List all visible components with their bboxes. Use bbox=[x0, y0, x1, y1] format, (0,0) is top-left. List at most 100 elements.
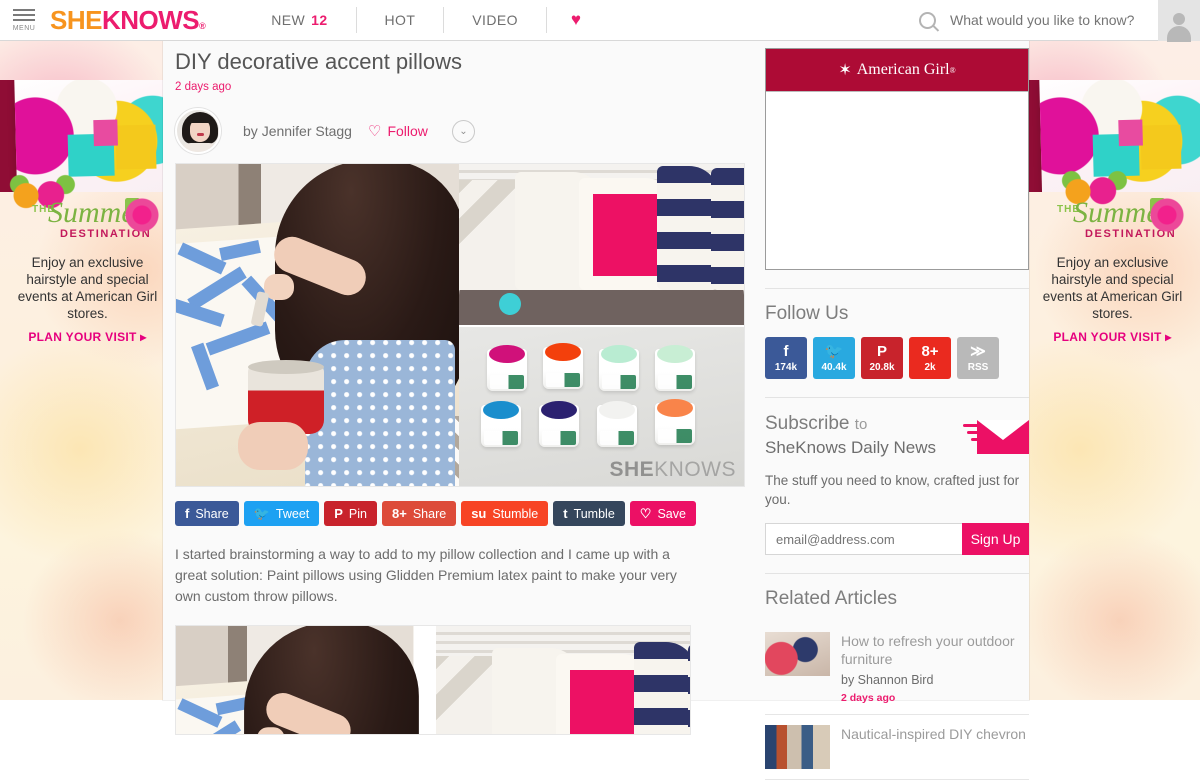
logo-trademark: ® bbox=[199, 20, 206, 31]
subscribe-title-line2: SheKnows Daily News bbox=[765, 438, 937, 457]
article-title: DIY decorative accent pillows bbox=[175, 49, 462, 74]
sheknows-watermark: SHEKNOWS bbox=[609, 458, 736, 482]
share-label-googleplus: Share bbox=[412, 506, 447, 521]
account-avatar-button[interactable] bbox=[1158, 0, 1200, 42]
related-article-title[interactable]: How to refresh your outdoor furniture bbox=[841, 632, 1029, 668]
share-button-pinterest[interactable]: P Pin bbox=[324, 501, 377, 526]
hero-image-column: SHEKNOWS bbox=[459, 164, 744, 486]
related-articles-title: Related Articles bbox=[765, 588, 898, 609]
share-button-twitter[interactable]: 🐦 Tweet bbox=[243, 501, 320, 526]
facebook-count: 174k bbox=[774, 361, 798, 373]
share-label-save: Save bbox=[657, 506, 686, 521]
ad-copy-left[interactable]: THE Summer DESTINATION Enjoy an exclusiv… bbox=[0, 196, 175, 344]
sidebar-ad-american-girl[interactable]: ✶ American Girl ® bbox=[765, 48, 1029, 270]
main-nav: NEW 12 HOT VIDEO ♥ bbox=[243, 0, 605, 41]
ad-cta-left[interactable]: PLAN YOUR VISIT ▸ bbox=[0, 330, 175, 344]
article-hero-collage[interactable]: SHEKNOWS bbox=[175, 163, 745, 487]
subscribe-form: Sign Up bbox=[765, 523, 1029, 555]
ad-brand-header: ✶ American Girl ® bbox=[766, 49, 1028, 91]
byline-text: by Jennifer Stagg bbox=[243, 123, 352, 139]
share-button-tumblr[interactable]: t Tumble bbox=[553, 501, 625, 526]
nav-label-video: VIDEO bbox=[472, 12, 518, 28]
ad-brand-registered: ® bbox=[949, 65, 956, 75]
subscribe-title-strong: Subscribe bbox=[765, 413, 850, 434]
hero-image-girl-painting[interactable] bbox=[176, 164, 459, 486]
ad-skin-right[interactable] bbox=[1000, 40, 1200, 700]
twitter-icon: 🐦 bbox=[253, 505, 270, 521]
nav-item-video[interactable]: VIDEO bbox=[444, 7, 547, 33]
nav-item-hot[interactable]: HOT bbox=[357, 7, 445, 33]
user-avatar-icon bbox=[1166, 11, 1192, 42]
pinterest-count: 20.8k bbox=[869, 361, 895, 373]
nav-item-new[interactable]: NEW 12 bbox=[243, 7, 357, 33]
site-header: MENU SHE KNOWS ® NEW 12 HOT VIDEO ♥ bbox=[0, 0, 1200, 42]
hero-image-pillows[interactable] bbox=[459, 164, 744, 325]
envelope-icon bbox=[963, 416, 1029, 458]
nav-label-hot: HOT bbox=[384, 12, 416, 28]
ad-cta-right[interactable]: PLAN YOUR VISIT ▸ bbox=[1025, 330, 1200, 344]
divider bbox=[765, 288, 1029, 289]
heart-outline-icon: ♡ bbox=[367, 123, 382, 140]
subscribe-title: Subscribe to SheKnows Daily News bbox=[765, 412, 936, 459]
twitter-icon: 🐦 bbox=[824, 342, 844, 360]
share-label-twitter: Tweet bbox=[275, 506, 310, 521]
subscribe-title-to: to bbox=[854, 416, 868, 433]
ad-body-text-right: Enjoy an exclusive hairstyle and special… bbox=[1042, 255, 1183, 321]
subscribe-email-input[interactable] bbox=[765, 523, 962, 555]
nav-label-new: NEW bbox=[271, 12, 306, 28]
social-tile-twitter[interactable]: 🐦 40.4k bbox=[813, 337, 855, 379]
save-heart-icon: ♡ bbox=[639, 505, 652, 521]
related-article-title[interactable]: Nautical-inspired DIY chevron bbox=[841, 725, 1029, 743]
googleplus-count: 2k bbox=[924, 361, 936, 373]
related-article-item[interactable]: Nautical-inspired DIY chevron bbox=[765, 715, 1029, 780]
social-tile-googleplus[interactable]: 8+ 2k bbox=[909, 337, 951, 379]
ad-brand-name: American Girl bbox=[856, 61, 950, 78]
article-date: 2 days ago bbox=[175, 81, 232, 93]
search-icon[interactable] bbox=[919, 11, 936, 29]
share-button-stumbleupon[interactable]: su Stumble bbox=[461, 501, 549, 526]
related-article-text: How to refresh your outdoor furniture by… bbox=[841, 632, 1029, 704]
author-avatar[interactable] bbox=[175, 108, 221, 154]
follow-button[interactable]: ♡ Follow bbox=[368, 122, 428, 140]
article-image-secondary[interactable] bbox=[175, 625, 691, 735]
nav-item-favorites[interactable]: ♥ bbox=[547, 7, 606, 33]
share-label-pinterest: Pin bbox=[348, 506, 367, 521]
share-label-stumbleupon: Stumble bbox=[492, 506, 539, 521]
follow-us-title: Follow Us bbox=[765, 303, 849, 324]
nav-count-new: 12 bbox=[311, 12, 328, 28]
author-name[interactable]: Jennifer Stagg bbox=[262, 123, 352, 139]
social-tile-facebook[interactable]: f 174k bbox=[765, 337, 807, 379]
byline-prefix: by bbox=[243, 123, 258, 139]
share-button-facebook[interactable]: f Share bbox=[175, 501, 239, 526]
menu-button[interactable]: MENU bbox=[0, 0, 48, 41]
ad-creative-area bbox=[766, 91, 1028, 269]
hero-image-paint-jars[interactable]: SHEKNOWS bbox=[459, 325, 744, 486]
facebook-icon: f bbox=[185, 506, 190, 521]
article-image-secondary-left[interactable] bbox=[176, 626, 434, 734]
subscribe-signup-button[interactable]: Sign Up bbox=[962, 523, 1029, 555]
chevron-down-icon: ⌄ bbox=[459, 125, 468, 137]
search-input[interactable] bbox=[948, 11, 1148, 29]
watermark-knows: KNOWS bbox=[654, 458, 736, 481]
related-article-date: 2 days ago bbox=[841, 692, 896, 704]
related-article-author: by Shannon Bird bbox=[841, 673, 934, 687]
social-tile-pinterest[interactable]: P 20.8k bbox=[861, 337, 903, 379]
byline: by Jennifer Stagg ♡ Follow ⌄ bbox=[175, 105, 749, 157]
facebook-icon: f bbox=[783, 342, 789, 360]
pinterest-icon: P bbox=[876, 342, 887, 360]
hamburger-icon bbox=[13, 8, 35, 24]
related-article-item[interactable]: How to refresh your outdoor furniture by… bbox=[765, 622, 1029, 715]
ad-copy-right[interactable]: THE Summer DESTINATION Enjoy an exclusiv… bbox=[1025, 196, 1200, 344]
article-body-paragraph: I started brainstorming a way to add to … bbox=[175, 546, 677, 604]
share-bar: f Share 🐦 Tweet P Pin 8+ Share su Stumbl… bbox=[175, 501, 749, 526]
article-image-secondary-right[interactable] bbox=[434, 626, 690, 734]
menu-label: MENU bbox=[12, 24, 36, 32]
subscribe-description: The stuff you need to know, crafted just… bbox=[765, 473, 1020, 507]
social-tile-rss[interactable]: ≫ RSS bbox=[957, 337, 999, 379]
expand-author-button[interactable]: ⌄ bbox=[451, 119, 475, 143]
divider bbox=[765, 573, 1029, 574]
stumbleupon-icon: su bbox=[471, 506, 487, 521]
share-button-googleplus[interactable]: 8+ Share bbox=[382, 501, 457, 526]
share-button-save[interactable]: ♡ Save bbox=[629, 501, 696, 526]
site-logo[interactable]: SHE KNOWS ® bbox=[50, 5, 206, 36]
